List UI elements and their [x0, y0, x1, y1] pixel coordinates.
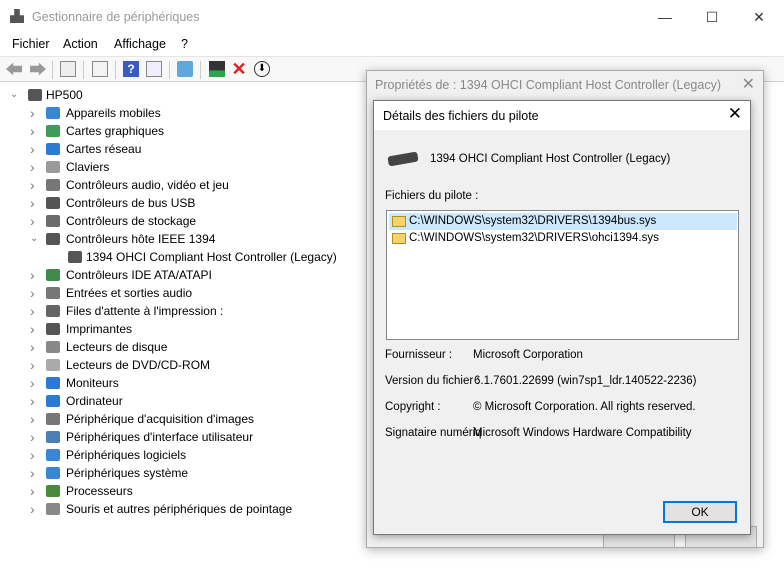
system-file-icon [392, 233, 406, 244]
device-category-icon [46, 107, 60, 119]
signer-label: Signataire numériq [385, 427, 482, 439]
device-category-icon [46, 305, 60, 317]
version-value: 6.1.7601.22699 (win7sp1_ldr.140522-2236) [474, 375, 697, 387]
menu-affichage[interactable]: Affichage [114, 37, 166, 51]
chevron-right-icon[interactable]: › [30, 302, 40, 320]
back-icon[interactable] [6, 62, 22, 76]
properties-icon[interactable] [92, 61, 108, 77]
device-category-icon [46, 341, 60, 353]
device-category-icon [46, 413, 60, 425]
show-hide-tree-icon[interactable] [60, 61, 76, 77]
scan-hardware-icon[interactable] [177, 61, 193, 77]
driver-details-dialog: Détails des fichiers du pilote ✕ 1394 OH… [373, 100, 751, 535]
chevron-right-icon[interactable]: › [30, 158, 40, 176]
device-category-icon [46, 233, 60, 245]
device-category-icon [46, 503, 60, 515]
chevron-right-icon[interactable]: › [30, 140, 40, 158]
chevron-right-icon[interactable]: › [30, 338, 40, 356]
chevron-right-icon[interactable]: › [30, 374, 40, 392]
copyright-value: © Microsoft Corporation. All rights rese… [473, 401, 696, 413]
device-category-icon [68, 251, 82, 263]
dialog-title: Détails des fichiers du pilote [383, 109, 539, 123]
chevron-right-icon[interactable]: › [30, 194, 40, 212]
version-label: Version du fichier : [385, 375, 480, 387]
window-title: Gestionnaire de périphériques [32, 10, 200, 24]
chevron-right-icon[interactable]: › [30, 482, 40, 500]
device-category-icon [46, 467, 60, 479]
chevron-down-icon[interactable]: ⌄ [30, 230, 40, 248]
device-category-icon [46, 431, 60, 443]
files-label: Fichiers du pilote : [385, 190, 479, 202]
chevron-right-icon[interactable]: › [30, 428, 40, 446]
chevron-right-icon[interactable]: › [30, 356, 40, 374]
provider-value: Microsoft Corporation [473, 349, 583, 361]
action-pane-icon[interactable] [146, 61, 162, 77]
close-button[interactable]: ✕ [744, 6, 774, 28]
device-category-icon [46, 359, 60, 371]
driver-files-list[interactable]: C:\WINDOWS\system32\DRIVERS\1394bus.sys … [386, 210, 739, 340]
system-file-icon [392, 216, 406, 227]
device-category-icon [46, 269, 60, 281]
disable-icon[interactable]: ⬇ [254, 61, 270, 77]
device-name: 1394 OHCI Compliant Host Controller (Leg… [430, 153, 671, 165]
file-item[interactable]: C:\WINDOWS\system32\DRIVERS\ohci1394.sys [389, 230, 737, 247]
menu-fichier[interactable]: Fichier [12, 37, 50, 51]
device-category-icon [46, 215, 60, 227]
minimize-button[interactable]: — [650, 6, 680, 28]
chevron-right-icon[interactable]: › [30, 284, 40, 302]
properties-dialog-title: Propriétés de : 1394 OHCI Compliant Host… [375, 78, 721, 92]
help-icon[interactable]: ? [123, 61, 139, 77]
signer-value: Microsoft Windows Hardware Compatibility [473, 427, 692, 439]
device-category-icon [46, 323, 60, 335]
menu-action[interactable]: Action [63, 37, 98, 51]
file-item[interactable]: C:\WINDOWS\system32\DRIVERS\1394bus.sys [389, 213, 737, 230]
uninstall-icon[interactable]: ✕ [231, 60, 247, 78]
dialog-close-button[interactable]: ✕ [728, 104, 742, 124]
ieee1394-connector-icon [387, 151, 419, 167]
device-category-icon [46, 287, 60, 299]
device-category-icon [46, 179, 60, 191]
chevron-right-icon[interactable]: › [30, 266, 40, 284]
device-category-icon [46, 485, 60, 497]
properties-close-button[interactable]: ✕ [742, 74, 755, 94]
menu-bar: Fichier Action Affichage ? [0, 34, 784, 54]
chevron-right-icon[interactable]: › [30, 122, 40, 140]
maximize-button[interactable]: ☐ [697, 6, 727, 28]
ok-button[interactable]: OK [663, 501, 737, 523]
device-category-icon [46, 377, 60, 389]
device-category-icon [46, 161, 60, 173]
chevron-right-icon[interactable]: › [30, 176, 40, 194]
chevron-right-icon[interactable]: › [30, 320, 40, 338]
device-category-icon [46, 449, 60, 461]
copyright-label: Copyright : [385, 401, 441, 413]
menu-help[interactable]: ? [181, 37, 188, 51]
device-category-icon [46, 197, 60, 209]
chevron-right-icon[interactable]: › [30, 464, 40, 482]
chevron-right-icon[interactable]: › [30, 446, 40, 464]
computer-icon [28, 89, 42, 101]
chevron-right-icon[interactable]: › [30, 392, 40, 410]
chevron-right-icon[interactable]: › [30, 212, 40, 230]
chevron-right-icon[interactable]: › [30, 104, 40, 122]
title-bar: Gestionnaire de périphériques — ☐ ✕ [0, 0, 784, 34]
chevron-right-icon[interactable]: › [30, 410, 40, 428]
device-category-icon [46, 143, 60, 155]
device-manager-icon [10, 9, 24, 23]
chevron-down-icon[interactable]: ⌄ [10, 86, 20, 104]
device-category-icon [46, 125, 60, 137]
device-category-icon [46, 395, 60, 407]
forward-icon[interactable] [30, 62, 46, 76]
provider-label: Fournisseur : [385, 349, 453, 361]
update-driver-icon[interactable] [209, 61, 225, 77]
chevron-right-icon[interactable]: › [30, 500, 40, 518]
